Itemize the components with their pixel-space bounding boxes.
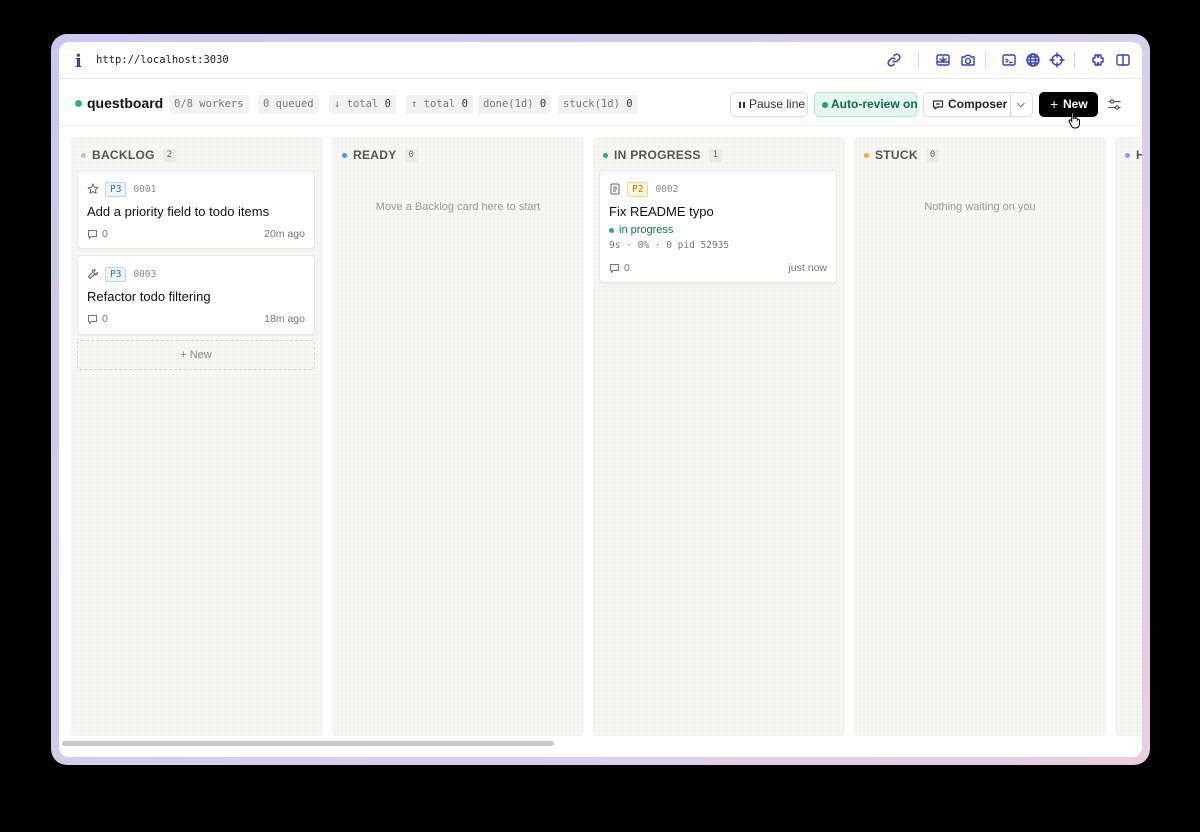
card-id: 0003 <box>133 268 157 280</box>
column-backlog: BACKLOG 2 P3 0001 Add a priority field t… <box>71 137 323 736</box>
toolbar-divider <box>985 52 986 68</box>
priority-badge: P3 <box>105 181 127 197</box>
pause-line-button[interactable]: Pause line <box>730 92 808 117</box>
task-card[interactable]: P2 0002 Fix README typo in progress 9s ·… <box>599 170 837 283</box>
browser-window: i http://localhost:3030 questboard 0/8 w… <box>59 42 1142 757</box>
up-total-stat: ↑ total 0 <box>406 95 473 114</box>
url-text[interactable]: http://localhost:3030 <box>96 54 229 66</box>
chevron-down-icon[interactable]: ⌵ <box>1017 93 1025 116</box>
column-header: H <box>1125 148 1142 162</box>
toolbar-divider <box>1074 52 1075 68</box>
card-age: just now <box>788 262 827 274</box>
column-count: 1 <box>708 148 723 162</box>
column-dot <box>81 152 86 158</box>
column-stuck: STUCK 0 Nothing waiting on you <box>854 137 1106 736</box>
priority-badge: P2 <box>627 181 649 197</box>
card-title: Add a priority field to todo items <box>87 204 270 219</box>
comment-icon <box>88 314 97 324</box>
inspect-icon[interactable] <box>935 52 951 68</box>
column-dot <box>864 152 869 158</box>
stuck-stat: stuck(1d) 0 <box>558 95 638 114</box>
sidebar-icon[interactable] <box>1115 52 1131 68</box>
info-icon[interactable]: i <box>75 51 82 72</box>
process-info: 9s · 0% · 0 pid 52935 <box>609 240 730 251</box>
app-title: questboard <box>87 95 164 111</box>
comment-count: 0 <box>87 313 108 325</box>
card-age: 18m ago <box>264 313 305 325</box>
document-icon <box>610 183 620 195</box>
column-dot <box>342 152 347 158</box>
task-card[interactable]: P3 0001 Add a priority field to todo ite… <box>77 170 315 249</box>
crosshair-icon[interactable] <box>1049 52 1065 68</box>
empty-state: Move a Backlog card here to start <box>375 201 541 213</box>
status-dot <box>75 100 82 107</box>
done-stat: done(1d) 0 <box>478 95 552 114</box>
pause-icon <box>739 102 745 108</box>
column-in-progress: IN PROGRESS 1 P2 0002 Fix README typo in… <box>593 137 845 736</box>
kanban-board: BACKLOG 2 P3 0001 Add a priority field t… <box>59 127 1142 757</box>
priority-badge: P3 <box>105 266 127 282</box>
address-bar: i http://localhost:3030 <box>59 42 1142 79</box>
empty-state: Nothing waiting on you <box>924 201 1036 213</box>
card-id: 0001 <box>133 183 157 195</box>
link-icon[interactable] <box>886 52 902 68</box>
queued-stat: 0 queued <box>258 95 319 114</box>
backlog-new-button[interactable]: + New <box>77 340 315 370</box>
workers-stat: 0/8 workers <box>169 95 249 114</box>
card-title: Refactor todo filtering <box>87 289 211 304</box>
column-header: IN PROGRESS 1 <box>603 148 723 162</box>
comment-count: 0 <box>87 228 108 240</box>
comment-icon <box>610 263 619 273</box>
column-header: STUCK 0 <box>864 148 940 162</box>
window-frame: i http://localhost:3030 questboard 0/8 w… <box>51 34 1150 765</box>
column-count: 0 <box>404 148 418 162</box>
column-header: READY 0 <box>342 148 418 162</box>
column-count: 0 <box>925 148 940 162</box>
task-card[interactable]: P3 0003 Refactor todo filtering 0 18m ag… <box>77 255 315 335</box>
extension-icon[interactable] <box>1090 52 1106 68</box>
column-count: 2 <box>162 148 177 162</box>
plus-icon: + <box>1050 96 1059 112</box>
globe-icon[interactable] <box>1025 52 1041 68</box>
chat-icon <box>932 100 944 110</box>
down-total-stat: ↓ total 0 <box>329 95 396 114</box>
hand-cursor-icon <box>1068 112 1080 129</box>
toolbar-divider <box>918 52 919 68</box>
card-status: in progress <box>609 224 673 236</box>
comment-count: 0 <box>609 262 630 274</box>
column-dot <box>603 152 608 158</box>
star-icon <box>87 183 99 194</box>
horizontal-scrollbar[interactable] <box>62 741 554 746</box>
auto-review-dot <box>822 102 828 108</box>
sliders-icon[interactable] <box>1108 98 1121 111</box>
composer-button[interactable]: Composer ⌵ <box>923 92 1033 117</box>
column-dot <box>1125 152 1130 158</box>
card-title: Fix README typo <box>609 204 714 219</box>
card-age: 20m ago <box>264 228 305 240</box>
wrench-icon <box>87 268 99 280</box>
column-header: BACKLOG 2 <box>81 148 177 162</box>
app-header: questboard 0/8 workers 0 queued ↓ total … <box>59 80 1142 126</box>
camera-icon[interactable] <box>960 52 976 68</box>
auto-review-toggle[interactable]: Auto-review on <box>814 92 918 117</box>
column-partial: H <box>1115 137 1142 736</box>
card-id: 0002 <box>655 183 679 195</box>
column-ready: READY 0 Move a Backlog card here to star… <box>332 137 584 736</box>
comment-icon <box>88 229 97 239</box>
terminal-icon[interactable] <box>1001 52 1017 68</box>
